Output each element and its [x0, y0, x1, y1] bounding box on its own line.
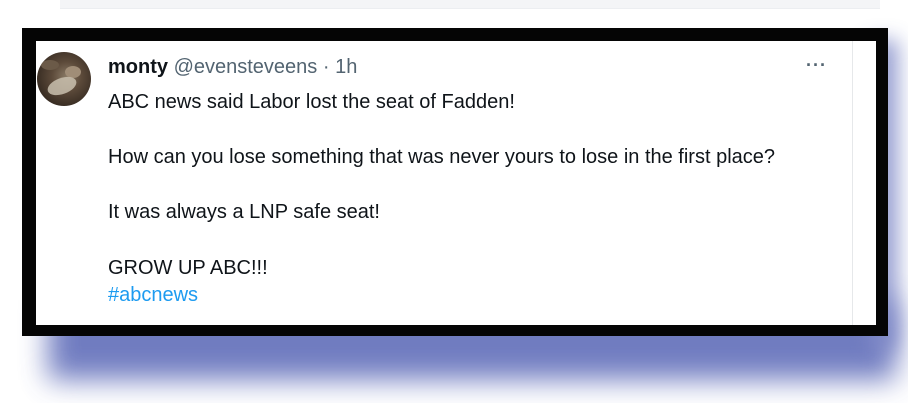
tweet-text-line-3: It was always a LNP safe seat! [108, 201, 380, 223]
avatar-image-part [41, 60, 59, 70]
display-name[interactable]: monty [108, 56, 168, 78]
background-strip [60, 0, 880, 9]
tweet-header: monty @evensteveens · 1h [108, 56, 357, 79]
avatar-image-part [45, 73, 79, 99]
card-divider [852, 41, 853, 325]
tweet-text-line-2: How can you lose something that was neve… [108, 146, 776, 168]
tweet-card [36, 41, 876, 325]
hashtag-link[interactable]: #abcnews [108, 284, 198, 307]
tweet-text-line-1: ABC news said Labor lost the seat of Fad… [108, 91, 515, 113]
user-handle[interactable]: @evensteveens [174, 56, 318, 78]
timestamp[interactable]: 1h [335, 56, 357, 78]
avatar[interactable] [37, 52, 91, 106]
tweet-text-line-4: GROW UP ABC!!! [108, 257, 268, 279]
header-separator: · [322, 56, 330, 78]
more-options-icon[interactable]: ··· [806, 55, 827, 76]
